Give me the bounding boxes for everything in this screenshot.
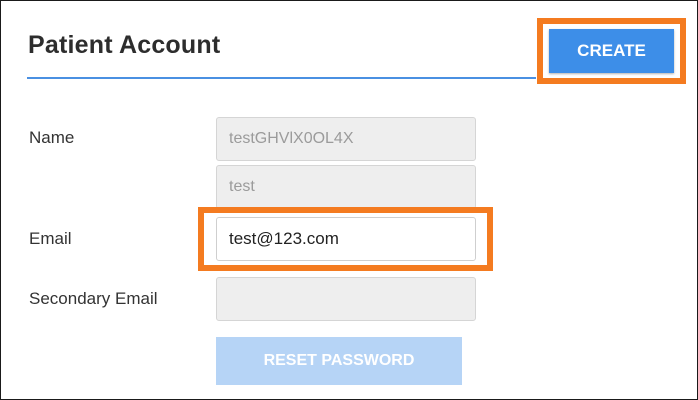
name-label: Name: [29, 128, 75, 147]
secondary-email-label: Secondary Email: [29, 289, 158, 308]
patient-account-panel: Patient Account CREATE Name testGHVlX0OL…: [0, 0, 698, 400]
create-button[interactable]: CREATE: [549, 29, 674, 73]
page-title: Patient Account: [28, 31, 221, 59]
secondary-email-field[interactable]: [216, 277, 476, 321]
first-name-field[interactable]: testGHVlX0OL4X: [216, 117, 476, 161]
email-field[interactable]: test@123.com: [216, 217, 476, 261]
last-name-field[interactable]: test: [216, 165, 476, 209]
email-label: Email: [29, 229, 72, 248]
reset-password-button[interactable]: RESET PASSWORD: [216, 337, 462, 385]
title-underline: [27, 77, 536, 79]
